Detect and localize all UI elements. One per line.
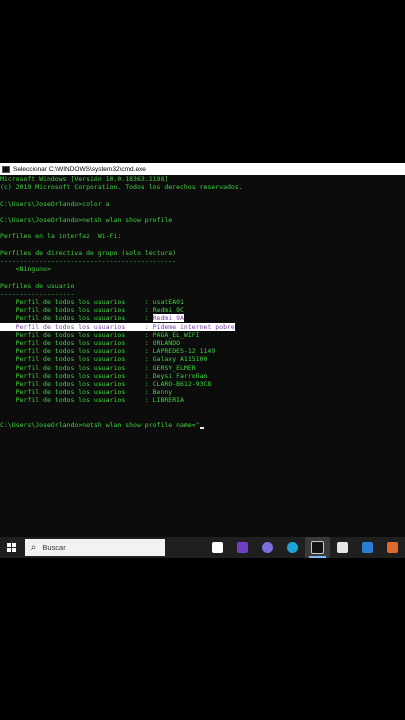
taskbar-search-box[interactable]: ⌕ Buscar (24, 539, 165, 556)
profile-name: GERSY_ELMER (152, 363, 196, 372)
profile-row-label: Perfil de todos los usuarios : (0, 396, 153, 405)
window-title: Seleccionar C:\WINDOWS\system32\cmd.exe (13, 165, 146, 173)
profile-name: LAPREDES-12 1149 (152, 347, 216, 356)
profile-row: Perfil de todos los usuarios : LIBRERIA (0, 396, 184, 405)
console-line: <Ninguno> (0, 265, 51, 274)
taskbar: ⌕ Buscar (0, 537, 405, 558)
text-cursor (199, 427, 204, 429)
window-titlebar[interactable]: Seleccionar C:\WINDOWS\system32\cmd.exe (0, 163, 405, 175)
profile-name: usatEA01 (152, 298, 184, 306)
search-icon: ⌕ (30, 542, 37, 553)
security-icon (387, 542, 398, 553)
windows-logo-icon (6, 543, 16, 552)
video-letterbox-top (0, 0, 405, 163)
profile-name: LIBRERIA (152, 396, 184, 405)
profile-row-label: Perfil de todos los usuarios : (0, 306, 153, 315)
profile-name: Redmi 9C (152, 306, 184, 315)
taskbar-app-cmd[interactable] (305, 537, 330, 558)
profile-name: PAGA_EL_WIFI (152, 330, 200, 339)
prompt-text: C:\Users\JoseOrlando>netsh wlan show pro… (0, 421, 200, 429)
cmd-app-icon (2, 165, 10, 173)
profile-name: Pideme internet pobre (152, 322, 235, 331)
profile-name: CLARO-B612-93C8 (152, 380, 212, 388)
start-button[interactable] (0, 537, 23, 558)
profile-row-label: Perfil de todos los usuarios : (0, 347, 153, 356)
profile-row-label: Perfil de todos los usuarios : (0, 314, 153, 323)
profile-row-label: Perfil de todos los usuarios : (0, 363, 153, 372)
profile-row-label: Perfil de todos los usuarios : (0, 371, 153, 380)
taskbar-app-visual-studio[interactable] (230, 537, 255, 558)
store-icon (337, 542, 348, 553)
profile-row-label: Perfil de todos los usuarios : (0, 322, 153, 331)
profile-name: Galaxy A115100 (152, 355, 208, 364)
profile-name: Deysi Farroñan (152, 371, 208, 380)
command-prompt-line: C:\Users\JoseOrlando>netsh wlan show pro… (0, 421, 204, 430)
console-line: C:\Users\JoseOrlando>color a (0, 199, 110, 208)
search-placeholder: Buscar (42, 543, 66, 552)
taskbar-app-obs[interactable] (255, 537, 280, 558)
taskbar-app-task-view[interactable] (205, 537, 230, 558)
profile-row-label: Perfil de todos los usuarios : (0, 298, 153, 306)
task-view-icon (212, 542, 223, 553)
edge-icon (287, 542, 298, 553)
taskbar-app-mail[interactable] (355, 537, 380, 558)
cmd-icon (311, 541, 324, 554)
profile-name: ORLANDO (152, 339, 181, 347)
profile-row-label: Perfil de todos los usuarios : (0, 355, 153, 364)
mail-icon (362, 542, 373, 553)
profile-row-label: Perfil de todos los usuarios : (0, 388, 153, 397)
profile-row-label: Perfil de todos los usuarios : (0, 380, 153, 388)
profile-name: Redmi 9A (152, 314, 184, 323)
taskbar-app-security[interactable] (380, 537, 405, 558)
console-line: Perfiles en la interfaz Wi-Fi: (0, 232, 122, 241)
profile-row-label: Perfil de todos los usuarios : (0, 339, 153, 347)
profile-name: Benny (152, 388, 173, 397)
video-letterbox-bottom (0, 558, 405, 720)
console-output[interactable]: Microsoft Windows [Versión 10.0.18363.11… (0, 175, 405, 537)
profile-row-label: Perfil de todos los usuarios : (0, 330, 153, 339)
taskbar-app-store[interactable] (330, 537, 355, 558)
console-line: C:\Users\JoseOrlando>netsh wlan show pro… (0, 216, 173, 224)
taskbar-app-edge[interactable] (280, 537, 305, 558)
obs-icon (262, 542, 273, 553)
visual-studio-icon (237, 542, 248, 553)
console-line: (c) 2019 Microsoft Corporation. Todos lo… (0, 183, 243, 192)
